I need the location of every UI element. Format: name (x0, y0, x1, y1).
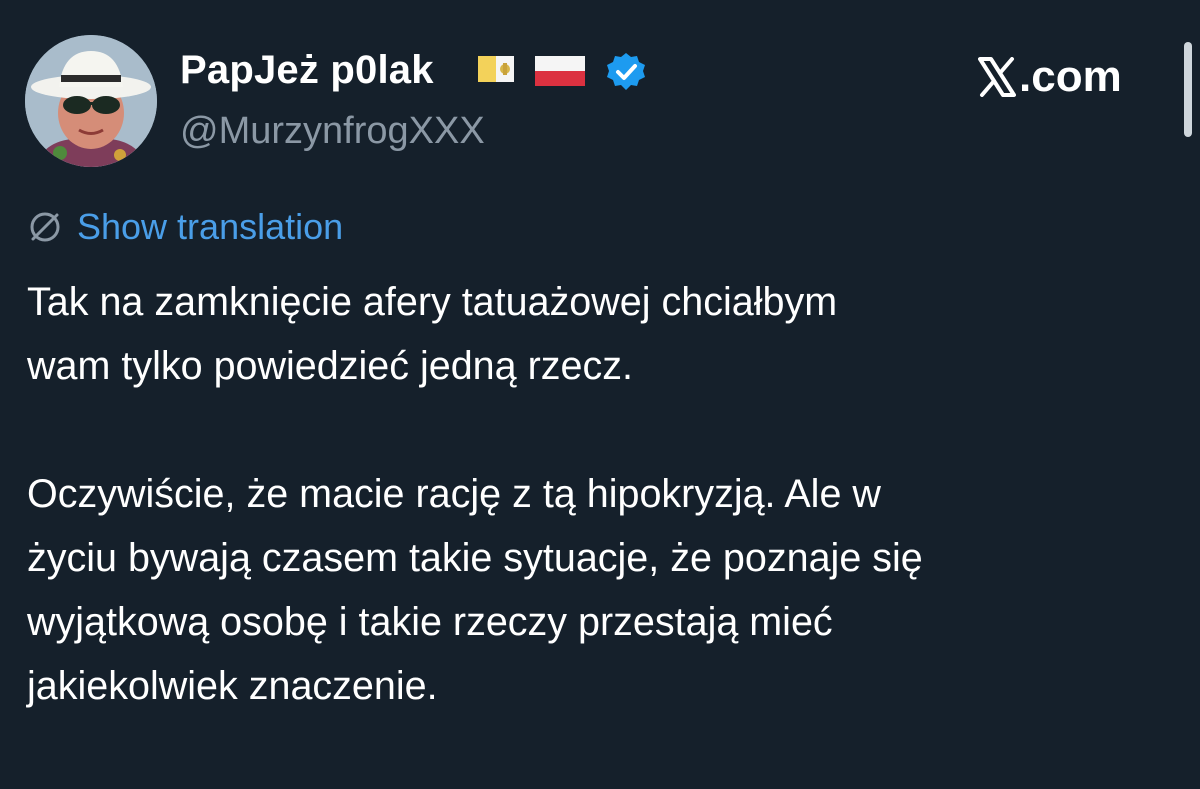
site-watermark: .com (978, 52, 1122, 102)
author-handle[interactable]: @MurzynfrogXXX (180, 110, 485, 153)
avatar[interactable] (25, 35, 157, 167)
show-translation-label[interactable]: Show translation (77, 206, 343, 248)
verified-badge-icon[interactable] (606, 52, 646, 97)
author-display-name[interactable]: PapJeż p0lak (180, 48, 434, 93)
tweet-text: Tak na zamknięcie afery tatuażowej chcia… (27, 280, 923, 708)
vatican-flag-icon (478, 56, 514, 87)
show-translation-button[interactable]: Show translation (28, 206, 343, 248)
x-logo-icon (978, 57, 1016, 97)
watermark-text: .com (1019, 52, 1122, 101)
globe-icon (30, 212, 60, 242)
poland-flag-icon (535, 56, 585, 91)
scrollbar[interactable] (1184, 42, 1192, 137)
